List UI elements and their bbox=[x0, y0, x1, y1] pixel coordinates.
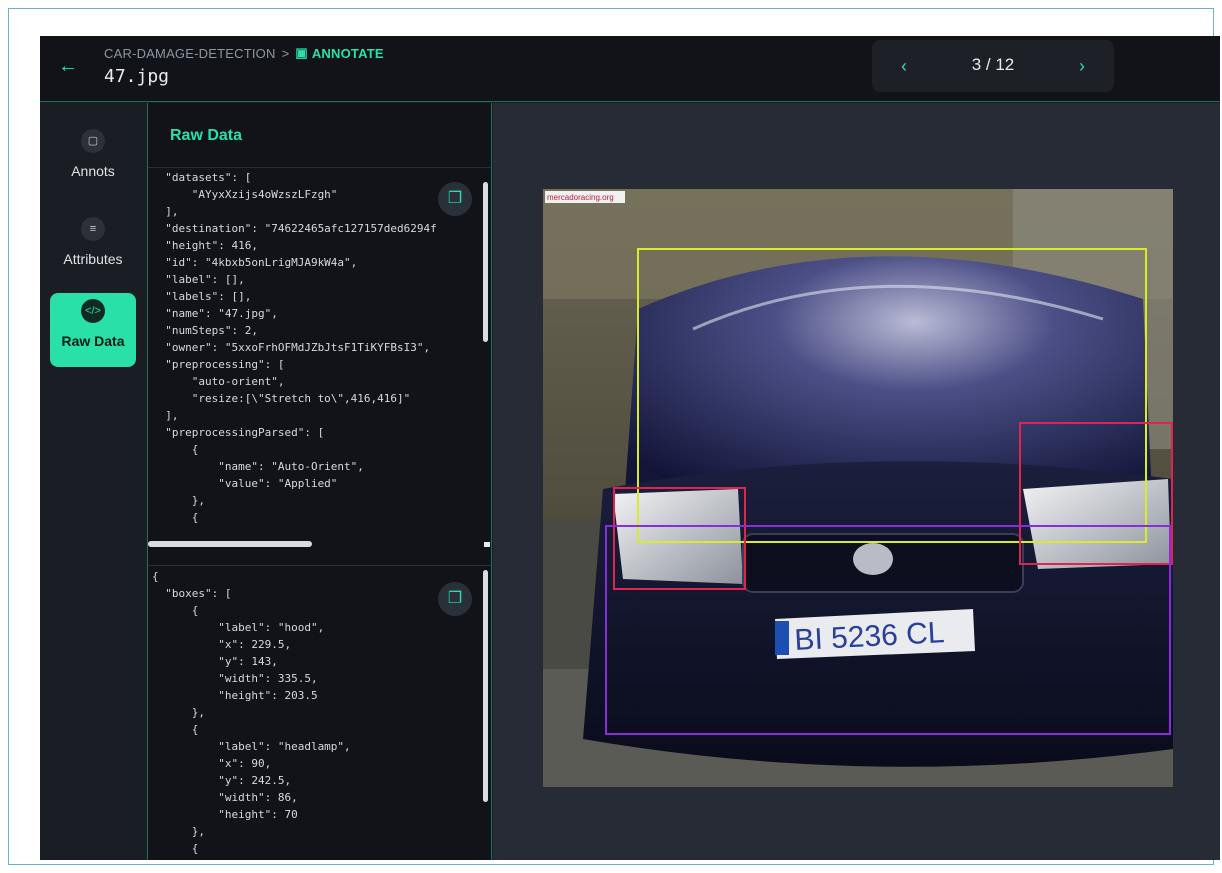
left-sidebar: ▢ Annots ≡ Attributes </> Raw Data bbox=[40, 103, 148, 860]
note-icon: ▢ bbox=[81, 129, 105, 153]
code-icon: </> bbox=[81, 299, 105, 323]
sidebar-item-annots[interactable]: ▢ Annots bbox=[50, 123, 136, 197]
list-icon: ≡ bbox=[81, 217, 105, 241]
json-text: { "boxes": [ { "label": "hood", "x": 229… bbox=[152, 570, 351, 855]
sidebar-item-attributes[interactable]: ≡ Attributes bbox=[50, 211, 136, 285]
horizontal-scrollbar[interactable] bbox=[148, 541, 312, 547]
breadcrumb-current: ▣ ANNOTATE bbox=[295, 45, 383, 61]
copy-icon[interactable]: ❐ bbox=[438, 182, 472, 216]
panel-title: Raw Data bbox=[170, 127, 243, 144]
breadcrumb: CAR-DAMAGE-DETECTION > ▣ ANNOTATE bbox=[104, 44, 384, 62]
copy-icon[interactable]: ❐ bbox=[438, 582, 472, 616]
vertical-scrollbar[interactable] bbox=[483, 570, 488, 802]
sidebar-item-label: Annots bbox=[71, 163, 115, 179]
breadcrumb-section: ANNOTATE bbox=[311, 45, 384, 61]
sidebar-item-label: Raw Data bbox=[61, 333, 125, 349]
bounding-box-bumper[interactable] bbox=[605, 525, 1171, 735]
sidebar-item-label: Attributes bbox=[63, 251, 123, 267]
annotate-icon: ▣ bbox=[295, 45, 308, 60]
scrollbar-corner bbox=[484, 542, 490, 547]
vertical-scrollbar[interactable] bbox=[483, 182, 488, 342]
back-arrow-icon[interactable]: ← bbox=[58, 54, 82, 78]
image-watermark: mercadoracing.org bbox=[547, 193, 614, 202]
top-bar: ← CAR-DAMAGE-DETECTION > ▣ ANNOTATE 47.j… bbox=[40, 36, 1220, 102]
chevron-right-icon[interactable]: › bbox=[1070, 54, 1094, 78]
file-name: 47.jpg bbox=[104, 66, 170, 87]
annotation-json[interactable]: { "boxes": [ { "label": "hood", "x": 229… bbox=[148, 565, 491, 860]
sidebar-item-raw-data[interactable]: </> Raw Data bbox=[50, 293, 136, 367]
car-photo[interactable]: BI 5236 CL mercadoracing.org bbox=[543, 189, 1173, 787]
annotation-canvas: BI 5236 CL mercadoracing.org bbox=[493, 103, 1220, 860]
image-pager: ‹ 3 / 12 › bbox=[872, 40, 1114, 92]
annotation-app: ← CAR-DAMAGE-DETECTION > ▣ ANNOTATE 47.j… bbox=[40, 36, 1220, 860]
image-metadata-json[interactable]: "datasets": [ "AYyxXzijs4oWzszLFzgh" ], … bbox=[148, 167, 491, 547]
breadcrumb-project[interactable]: CAR-DAMAGE-DETECTION bbox=[104, 46, 276, 61]
json-text: "datasets": [ "AYyxXzijs4oWzszLFzgh" ], … bbox=[165, 171, 437, 524]
breadcrumb-separator: > bbox=[281, 45, 290, 61]
raw-data-panel: Raw Data "datasets": [ "AYyxXzijs4oWzszL… bbox=[148, 103, 492, 860]
